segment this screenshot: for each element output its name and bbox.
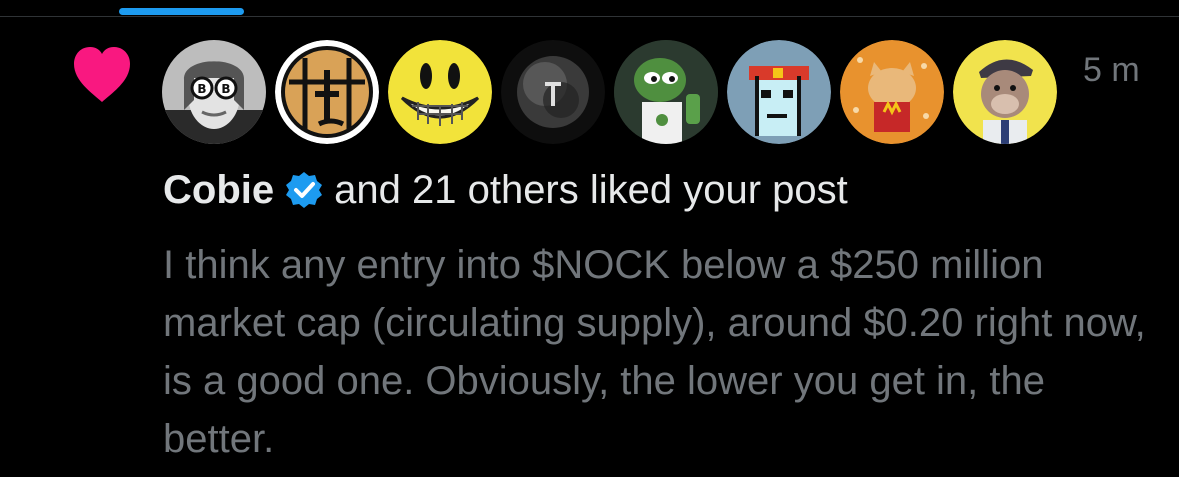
avatar-2[interactable] xyxy=(275,40,379,144)
avatar-4[interactable] xyxy=(501,40,605,144)
post-preview-text[interactable]: I think any entry into $NOCK below a $25… xyxy=(163,236,1153,468)
summary-text: and 21 others liked your post xyxy=(334,168,848,212)
active-tab-indicator xyxy=(119,8,244,15)
avatar-7[interactable] xyxy=(840,40,944,144)
heart-icon xyxy=(70,44,134,104)
avatar-5[interactable] xyxy=(614,40,718,144)
timestamp: 5 m xyxy=(1083,51,1140,89)
verified-badge-icon xyxy=(284,170,324,210)
avatar-6[interactable] xyxy=(727,40,831,144)
liker-name-link[interactable]: Cobie xyxy=(163,166,274,214)
tab-divider xyxy=(0,16,1179,17)
avatar-8[interactable] xyxy=(953,40,1057,144)
svg-text:B: B xyxy=(197,82,206,96)
avatar-3[interactable] xyxy=(388,40,492,144)
svg-text:B: B xyxy=(221,82,230,96)
avatar-1[interactable]: B B xyxy=(162,40,266,144)
notification-summary: Cobie and 21 others liked your post xyxy=(163,166,848,214)
